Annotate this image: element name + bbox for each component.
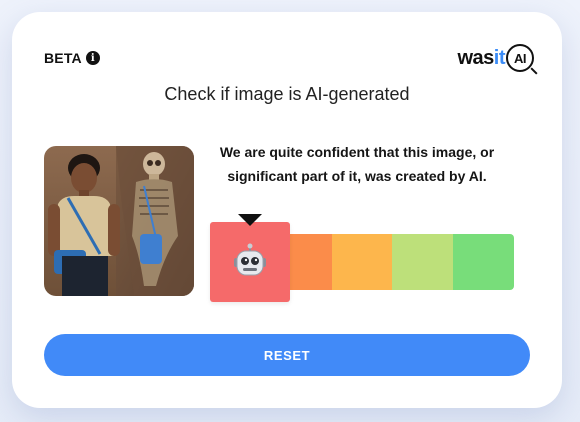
- meter-segment-human: [453, 234, 514, 290]
- logo-it: it: [493, 46, 506, 69]
- uploaded-image: [44, 146, 194, 296]
- robot-icon: [234, 243, 266, 276]
- logo-ai: AI: [514, 50, 527, 66]
- info-icon[interactable]: i: [85, 51, 100, 65]
- page-title: Check if image is AI-generated: [164, 84, 410, 104]
- meter-segment-likely-human: [392, 234, 454, 290]
- meter-active-segment: [210, 222, 290, 302]
- beta-indicator: BETA i: [44, 50, 100, 66]
- result-verdict-text: We are quite confident that this image, …: [219, 144, 495, 184]
- result-card: BETA i was it AI Check if image is AI-ge…: [12, 12, 562, 408]
- meter-pointer-icon: [238, 214, 262, 226]
- meter-segment-uncertain: [331, 234, 393, 290]
- uploaded-image-thumbnail: [44, 146, 194, 296]
- logo-ai-magnifier-icon: AI: [506, 44, 534, 72]
- logo-was: was: [457, 46, 494, 69]
- reset-button[interactable]: RESET: [44, 334, 530, 376]
- wasitai-logo[interactable]: was it AI: [457, 44, 534, 72]
- beta-label: BETA: [44, 50, 82, 66]
